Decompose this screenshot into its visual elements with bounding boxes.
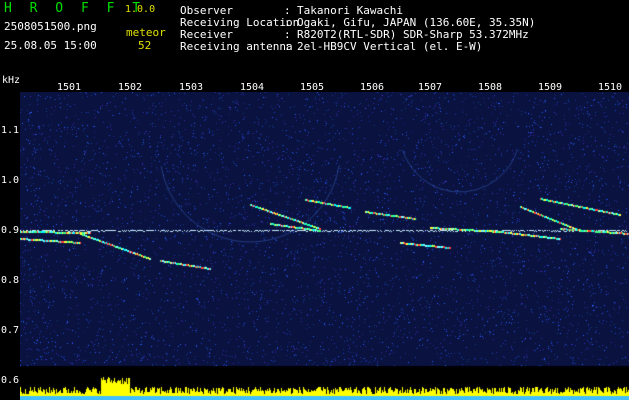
y-tick-0.7: 0.7 — [1, 325, 20, 336]
antenna-key: Receiving antenna — [180, 40, 293, 53]
meteor-label: meteor — [126, 26, 166, 39]
header-panel: H R O F F T 1.0.0 2508051500.png 25.08.0… — [0, 0, 629, 72]
signal-level-bars — [20, 368, 629, 400]
app-version: 1.0.0 — [125, 4, 156, 15]
y-axis-unit: kHz — [2, 75, 21, 86]
meteor-count: 52 — [138, 39, 152, 52]
y-tick-1.0: 1.0 — [1, 175, 20, 186]
y-tick-1.1: 1.1 — [1, 125, 20, 136]
y-tick-0.8: 0.8 — [1, 275, 20, 286]
date-time: 25.08.05 15:00 — [4, 39, 97, 52]
spectrogram — [20, 92, 629, 400]
antenna-value: 2el-HB9CV Vertical (el. E-W) — [297, 40, 483, 53]
app-name: H R O F F T — [4, 1, 146, 16]
y-tick-0.9: 0.9 — [1, 225, 20, 236]
antenna-separator: : — [284, 40, 291, 53]
file-name: 2508051500.png — [4, 20, 97, 33]
y-tick-0.6: 0.6 — [1, 375, 20, 386]
